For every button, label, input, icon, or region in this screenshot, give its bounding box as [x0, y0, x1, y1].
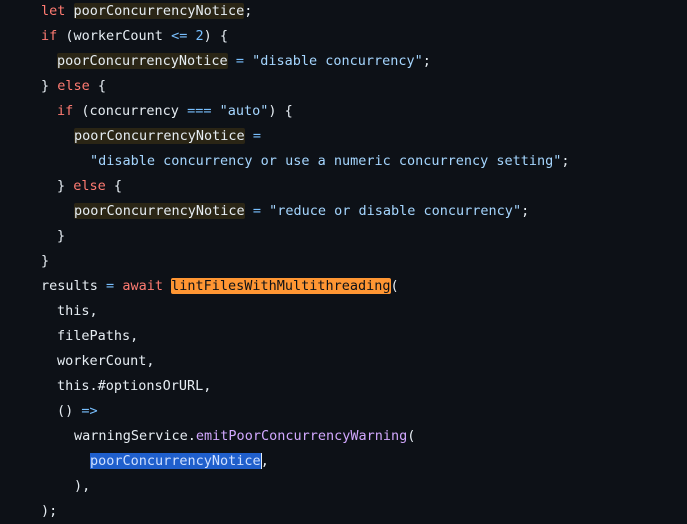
operator: ===: [187, 103, 212, 119]
highlighted-identifier: poorConcurrencyNotice: [73, 3, 245, 19]
highlighted-identifier: poorConcurrencyNotice: [74, 128, 245, 144]
code-line: filePaths,: [57, 328, 139, 344]
code-line: if (workerCount <= 2) {: [41, 26, 228, 46]
code-text: (): [57, 403, 82, 419]
code-text: }: [41, 78, 58, 94]
keyword: else: [57, 78, 90, 94]
code-line: } else {: [41, 76, 106, 96]
code-line: workerCount,: [57, 353, 155, 369]
highlighted-identifier: poorConcurrencyNotice: [57, 53, 228, 69]
punctuation: ;: [244, 3, 253, 19]
code-line: ),: [74, 478, 91, 494]
punctuation: {: [89, 78, 107, 94]
punctuation: ;: [422, 53, 431, 69]
punctuation: ;: [561, 153, 570, 169]
punctuation: {: [105, 178, 123, 194]
operator: =: [252, 203, 261, 219]
code-text: }: [57, 178, 74, 194]
code-line: if (concurrency === "auto") {: [57, 101, 293, 121]
code-line: let poorConcurrencyNotice;: [41, 1, 252, 21]
punctuation: ,: [260, 453, 269, 469]
keyword: if: [41, 28, 58, 44]
code-text: results: [41, 278, 107, 294]
number-literal: 2: [195, 28, 204, 44]
code-line: poorConcurrencyNotice =: [74, 126, 261, 146]
string-literal: "disable concurrency": [252, 53, 423, 69]
string-literal: "reduce or disable concurrency": [269, 203, 522, 219]
operator: =: [106, 278, 115, 294]
function-name: emitPoorConcurrencyWarning: [195, 428, 408, 444]
punctuation: (: [407, 428, 416, 444]
text-selection[interactable]: poorConcurrencyNotice: [90, 453, 261, 469]
find-match-highlight: lintFilesWithMultithreading: [171, 278, 391, 294]
code-line: this,: [57, 303, 98, 319]
code-line: poorConcurrencyNotice,: [90, 451, 269, 471]
code-line: this.#optionsOrURL,: [57, 378, 212, 394]
code-line: }: [57, 228, 66, 244]
punctuation: ) {: [268, 103, 293, 119]
code-editor[interactable]: let poorConcurrencyNotice; if (workerCou…: [0, 0, 687, 524]
code-line: );: [41, 503, 58, 519]
code-line: poorConcurrencyNotice = "reduce or disab…: [74, 201, 529, 221]
string-literal: "auto": [219, 103, 269, 119]
operator: <=: [171, 28, 188, 44]
operator: =: [235, 53, 244, 69]
keyword: if: [57, 103, 74, 119]
punctuation: ;: [521, 203, 530, 219]
code-line: results = await lintFilesWithMultithread…: [41, 276, 399, 296]
operator: =>: [81, 403, 98, 419]
code-text: warningService.: [74, 428, 196, 444]
string-literal: "disable concurrency or use a numeric co…: [90, 153, 562, 169]
highlighted-identifier: poorConcurrencyNotice: [74, 203, 245, 219]
operator: =: [252, 128, 261, 144]
code-line: poorConcurrencyNotice = "disable concurr…: [57, 51, 431, 71]
punctuation: (: [390, 278, 399, 294]
code-line: }: [41, 253, 50, 269]
keyword: let: [41, 3, 66, 19]
code-line: () =>: [57, 401, 98, 421]
code-line: "disable concurrency or use a numeric co…: [90, 151, 570, 171]
code-line: warningService.emitPoorConcurrencyWarnin…: [74, 426, 415, 446]
punctuation: ) {: [203, 28, 228, 44]
code-line: } else {: [57, 176, 122, 196]
code-text: (concurrency: [73, 103, 188, 119]
code-text: (workerCount: [57, 28, 172, 44]
keyword: await: [122, 278, 163, 294]
keyword: else: [73, 178, 106, 194]
